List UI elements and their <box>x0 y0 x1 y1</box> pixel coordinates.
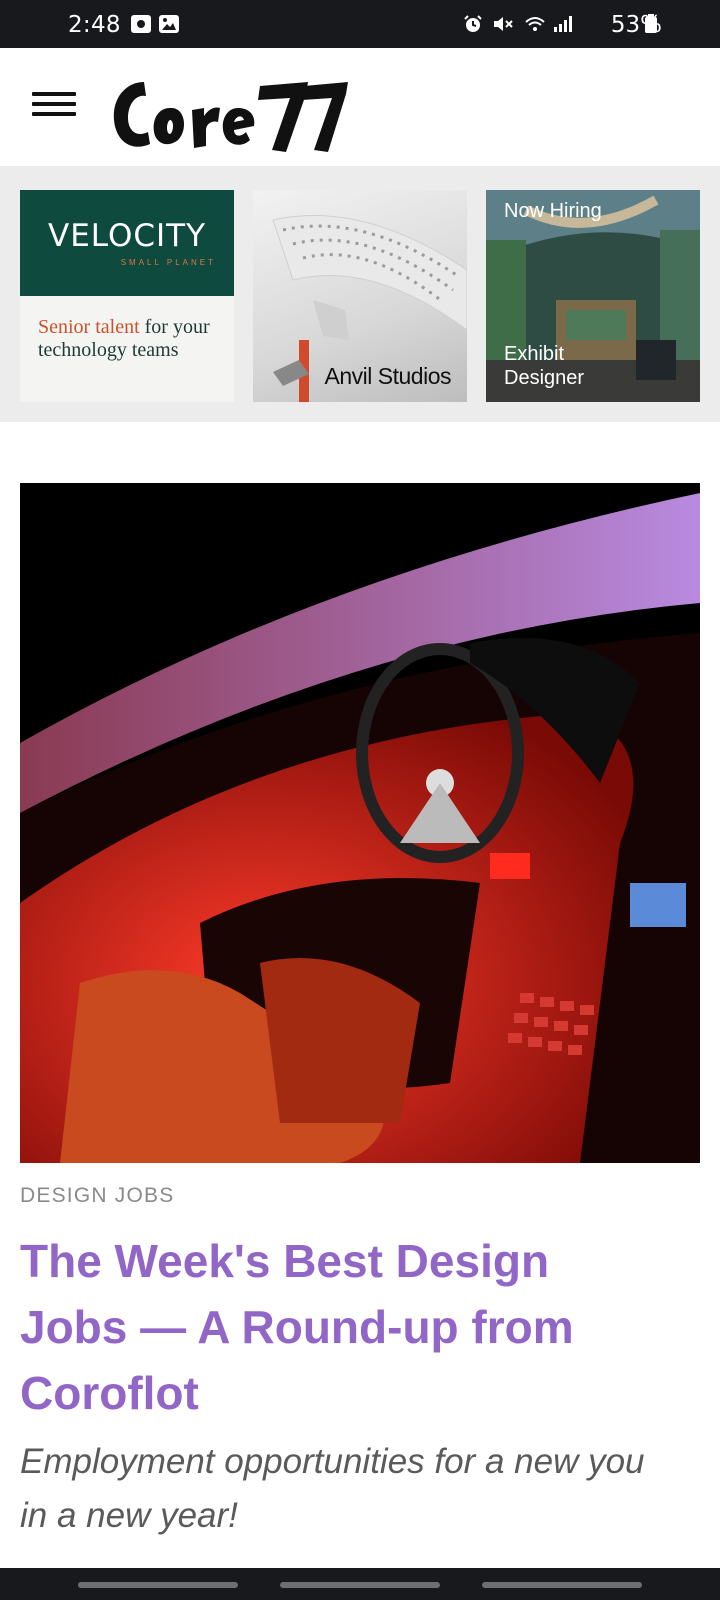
car-interior-illustration <box>20 483 700 1163</box>
screen-record-icon <box>131 15 151 33</box>
system-nav-bar <box>0 1568 720 1600</box>
anvil-studios-label: Anvil Studios <box>324 363 452 389</box>
hamburger-menu-icon[interactable] <box>32 92 76 122</box>
article-dek: Employment opportunities for a new you i… <box>20 1442 645 1535</box>
nav-recents-button[interactable] <box>78 1582 238 1588</box>
status-bar: 2:48 53% <box>0 0 720 48</box>
velocity-ad[interactable]: VELOCITY SMALL PLANET Senior talent for … <box>20 190 234 402</box>
exhibit-designer-ad[interactable]: Now Hiring Exhibit Designer <box>486 190 700 402</box>
velocity-subtitle: SMALL PLANET <box>120 258 216 267</box>
velocity-wordmark: VELOCITY <box>47 218 207 254</box>
article-headline[interactable]: The Week's Best Design Jobs — A Round-up… <box>20 1228 660 1426</box>
status-time: 2:48 <box>68 12 121 38</box>
wifi-icon <box>525 17 545 31</box>
site-header <box>0 48 720 166</box>
sponsored-ads-strip: VELOCITY SMALL PLANET Senior talent for … <box>0 166 720 422</box>
velocity-tagline: Senior talent for your technology teams <box>38 316 228 362</box>
exhibit-designer-title: Exhibit Designer <box>504 342 584 390</box>
article-category[interactable]: DESIGN JOBS <box>20 1184 174 1208</box>
exhibit-title-line1: Exhibit <box>504 343 565 365</box>
nav-home-button[interactable] <box>280 1582 440 1588</box>
exhibit-title-line2: Designer <box>504 367 585 389</box>
nav-back-button[interactable] <box>482 1582 642 1588</box>
core77-logo[interactable] <box>108 64 348 160</box>
signal-icon <box>554 16 572 32</box>
gallery-icon <box>159 15 179 33</box>
mute-icon <box>494 17 513 31</box>
alarm-icon <box>464 15 482 32</box>
anvil-studios-ad[interactable]: Anvil Studios <box>253 190 467 402</box>
battery-icon <box>645 14 657 33</box>
velocity-tagline-accent: Senior talent <box>38 316 140 338</box>
article-hero-image[interactable] <box>20 483 700 1163</box>
now-hiring-badge: Now Hiring <box>504 200 602 222</box>
velocity-banner: VELOCITY SMALL PLANET <box>20 190 234 296</box>
